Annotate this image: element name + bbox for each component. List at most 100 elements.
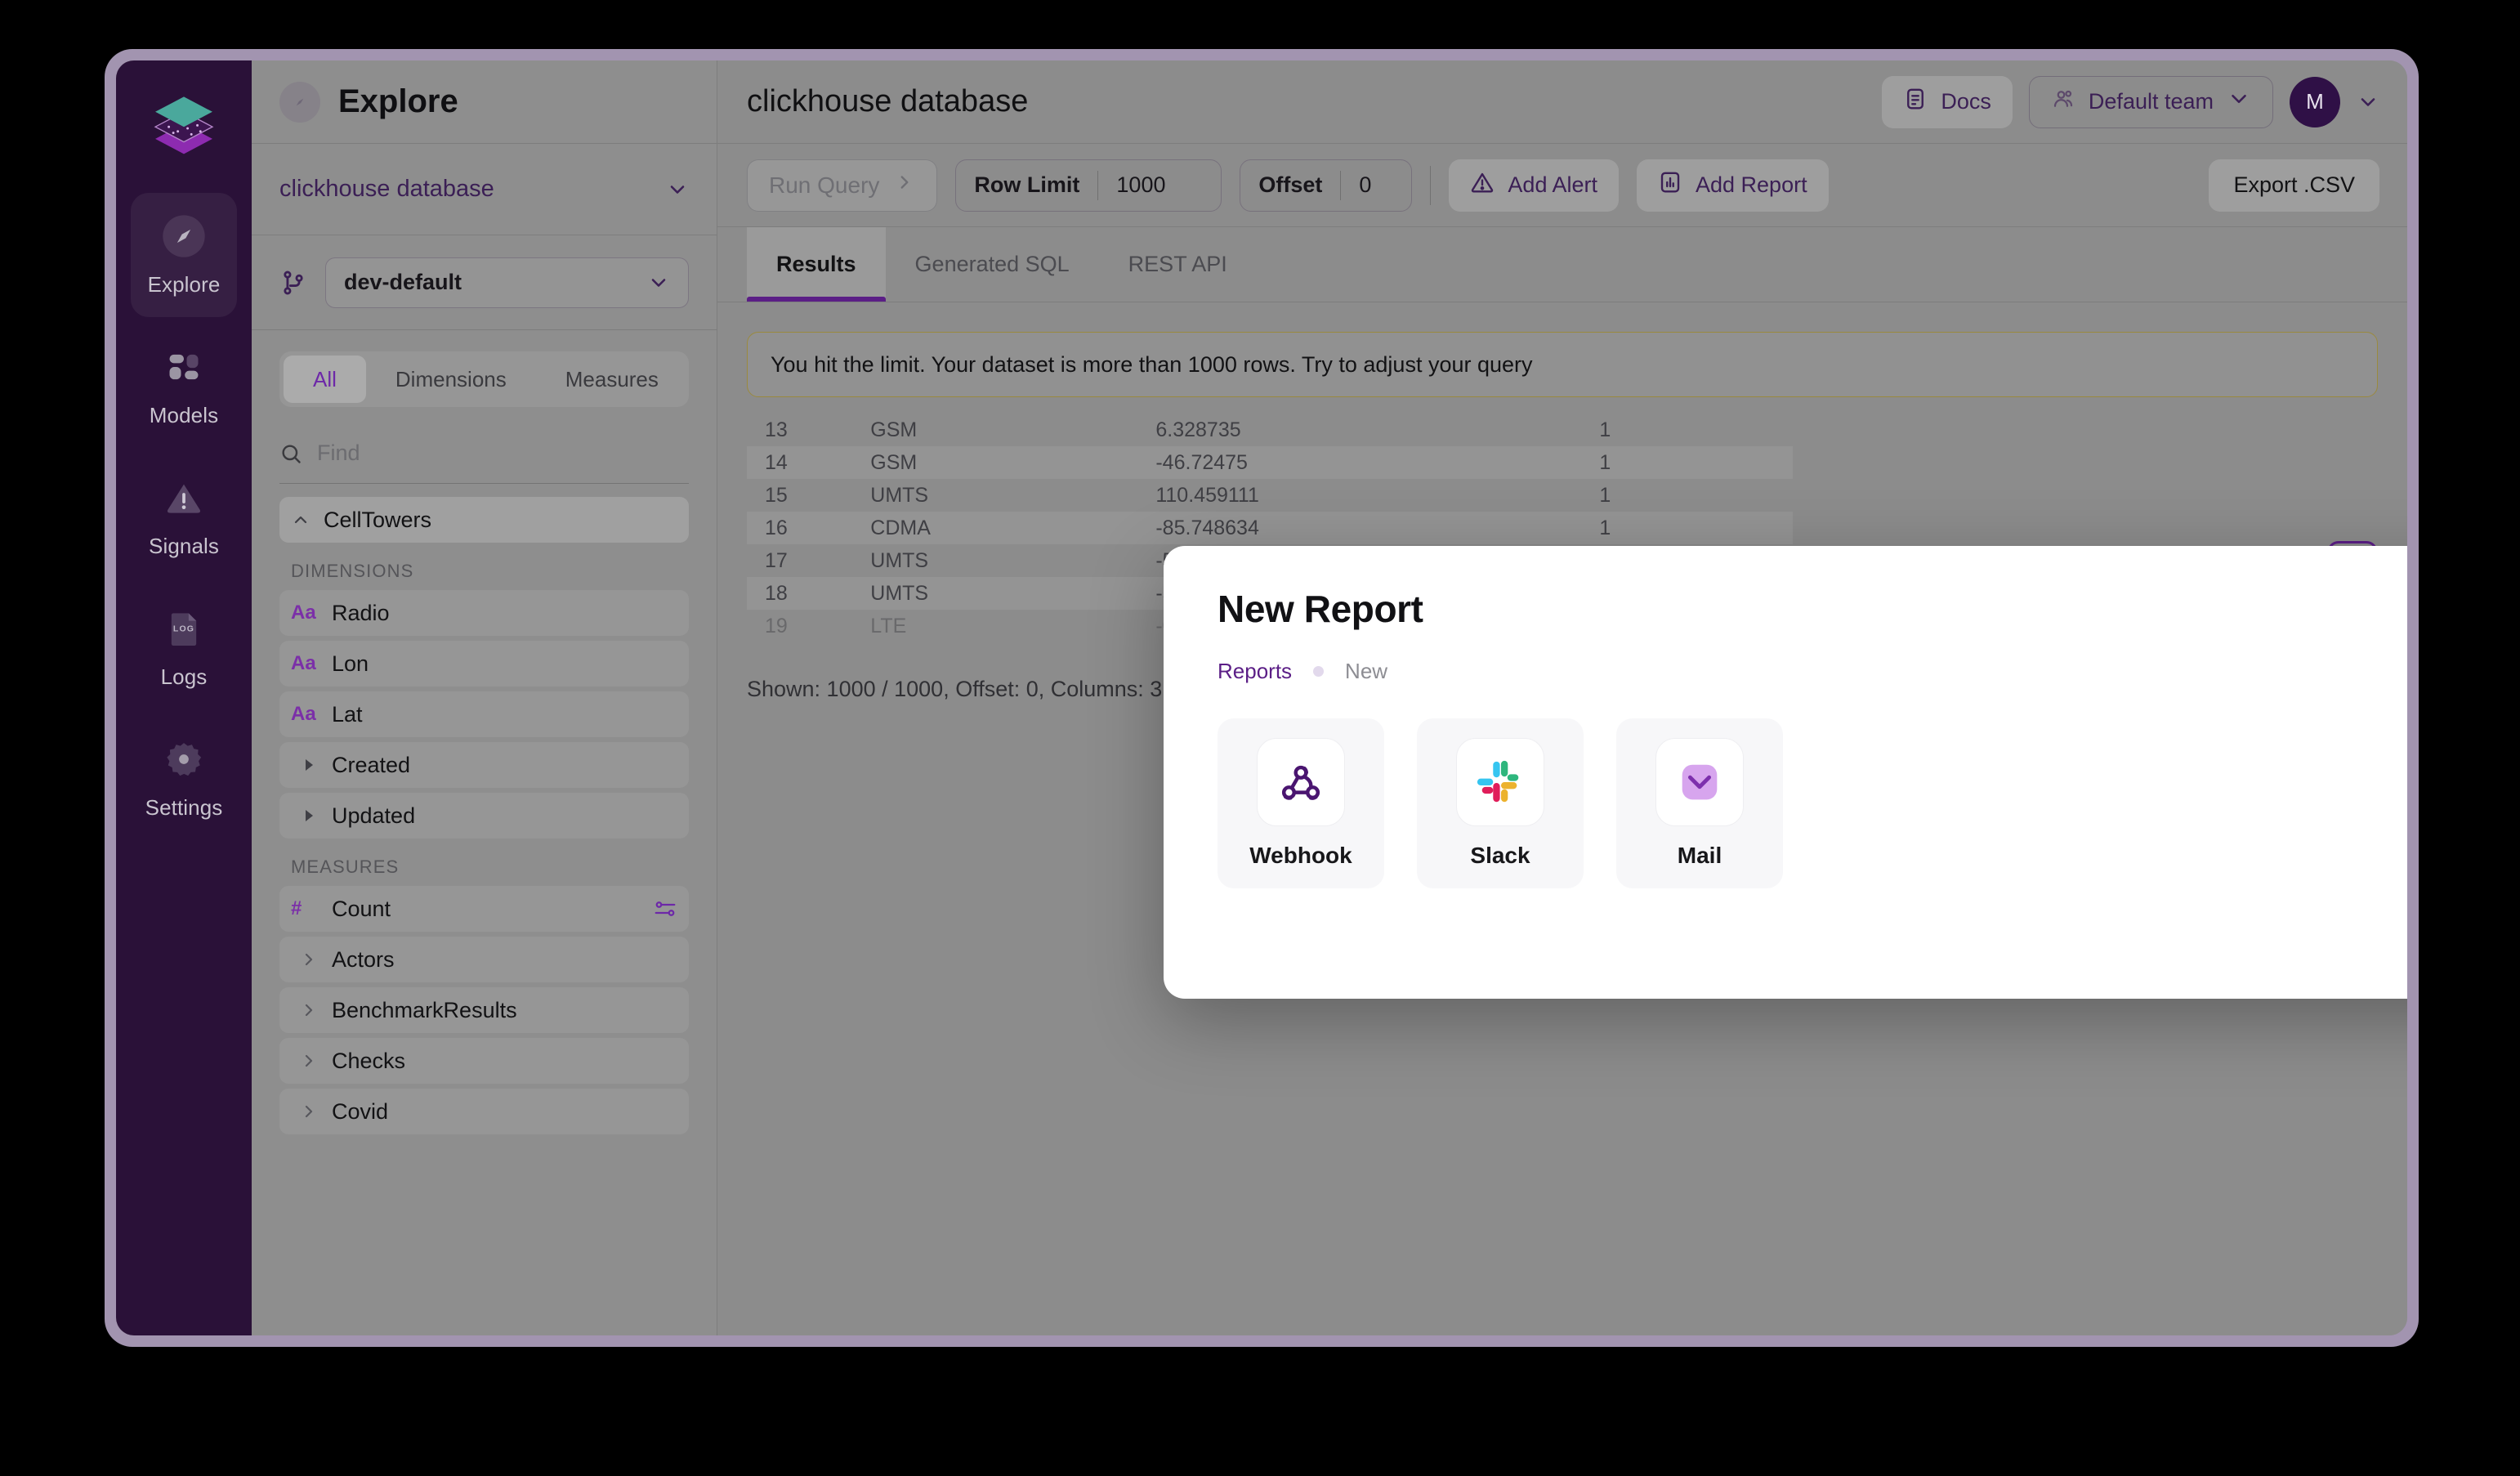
explore-panel-header: Explore <box>252 60 717 144</box>
table-row[interactable]: 13 GSM 6.328735 1 <box>747 414 1793 446</box>
sidebar-item-label: Models <box>149 402 219 427</box>
tree-item-created[interactable]: Created <box>279 742 689 788</box>
sidebar-item-signals[interactable]: Signals <box>131 454 237 579</box>
layers-logo-icon[interactable] <box>146 82 221 157</box>
add-report-label: Add Report <box>1696 172 1807 197</box>
table-row[interactable]: 15 UMTS 110.459111 1 <box>747 479 1793 512</box>
breadcrumb-separator-dot <box>1313 666 1325 677</box>
sidebar-item-logs[interactable]: LOG Logs <box>131 585 237 709</box>
blocks-icon <box>161 344 207 390</box>
slack-icon <box>1456 738 1544 826</box>
tree-item-lat[interactable]: Aa Lat <box>279 691 689 737</box>
add-alert-button[interactable]: Add Alert <box>1449 159 1619 212</box>
sidebar-item-models[interactable]: Models <box>131 324 237 448</box>
filter-dimensions[interactable]: Dimensions <box>366 356 536 403</box>
cell-index: 19 <box>765 614 788 637</box>
run-query-button[interactable]: Run Query <box>747 159 938 212</box>
table-row[interactable]: 16 CDMA -85.748634 1 <box>747 512 1793 544</box>
tree-item-label: Created <box>332 752 411 777</box>
team-selector[interactable]: Default team <box>2028 75 2273 128</box>
tree-table-celltowers[interactable]: CellTowers <box>279 497 689 543</box>
page-title: Explore <box>338 83 458 119</box>
export-csv-button[interactable]: Export .CSV <box>2209 159 2379 212</box>
chevron-down-icon[interactable] <box>2357 91 2379 114</box>
tree-table-benchmarkresults[interactable]: BenchmarkResults <box>279 987 689 1033</box>
offset-group: Offset <box>1240 159 1413 212</box>
cell-index: 14 <box>765 450 788 474</box>
branch-select[interactable]: dev-default <box>325 257 689 308</box>
tab-rest-api[interactable]: REST API <box>1099 227 1257 302</box>
tree-table-covid[interactable]: Covid <box>279 1089 689 1134</box>
field-tree: CellTowers DIMENSIONS Aa Radio Aa Lon Aa… <box>252 484 717 1139</box>
database-select[interactable]: clickhouse database <box>252 144 717 235</box>
browser-window-frame: Explore Models Signals LOG Logs Settings… <box>105 49 2419 1347</box>
table-row[interactable]: 14 GSM -46.72475 1 <box>747 446 1793 479</box>
add-report-button[interactable]: Add Report <box>1637 159 1829 212</box>
breadcrumb-reports-link[interactable]: Reports <box>1218 659 1292 684</box>
offset-input[interactable] <box>1341 172 1412 198</box>
tree-item-lon[interactable]: Aa Lon <box>279 641 689 687</box>
field-filter-wrap: All Dimensions Measures <box>252 330 717 415</box>
report-type-webhook[interactable]: Webhook <box>1218 718 1384 888</box>
tree-item-radio[interactable]: Aa Radio <box>279 590 689 636</box>
sidebar-item-label: Signals <box>149 533 219 558</box>
avatar[interactable]: M <box>2290 76 2340 127</box>
report-type-label: Mail <box>1677 843 1722 868</box>
tree-table-actors[interactable]: Actors <box>279 937 689 982</box>
chevron-right-icon <box>894 172 915 199</box>
find-row <box>279 423 689 484</box>
divider <box>1430 165 1432 205</box>
report-type-cards: Webhook Slack Mail <box>1218 718 2407 888</box>
doc-icon <box>1903 87 1928 117</box>
caret-right-icon <box>299 806 319 825</box>
breadcrumb: Reports New <box>1218 659 2407 684</box>
tree-item-label: Lon <box>332 651 369 676</box>
database-select-value: clickhouse database <box>279 176 494 202</box>
text-type-badge: Aa <box>291 652 316 674</box>
cell-radio: GSM <box>870 418 918 441</box>
cell-radio: LTE <box>870 614 907 637</box>
cell-radio: CDMA <box>870 516 931 539</box>
report-type-label: Webhook <box>1249 843 1352 868</box>
tree-item-updated[interactable]: Updated <box>279 793 689 839</box>
cell-index: 18 <box>765 581 788 605</box>
chevron-right-icon <box>299 950 319 969</box>
tree-item-count[interactable]: # Count <box>279 886 689 932</box>
filter-all[interactable]: All <box>284 356 366 403</box>
tree-table-checks[interactable]: Checks <box>279 1038 689 1084</box>
sidebar-item-label: Logs <box>160 664 208 689</box>
row-limit-input[interactable] <box>1098 172 1222 198</box>
main-header: clickhouse database Docs Default team M <box>717 60 2407 144</box>
caret-right-icon <box>299 755 319 775</box>
cell-index: 15 <box>765 483 788 507</box>
mail-icon <box>1655 738 1744 826</box>
cell-index: 13 <box>765 418 788 441</box>
chevron-up-icon <box>291 510 311 530</box>
tree-table-label: Checks <box>332 1048 406 1073</box>
tab-generated-sql[interactable]: Generated SQL <box>886 227 1099 302</box>
app-window: Explore Models Signals LOG Logs Settings… <box>116 60 2407 1335</box>
row-limit-label: Row Limit <box>974 172 1080 197</box>
filter-measures[interactable]: Measures <box>536 356 688 403</box>
sidebar-item-settings[interactable]: Settings <box>131 716 237 840</box>
compass-icon <box>279 81 320 123</box>
tab-results[interactable]: Results <box>747 227 886 302</box>
measures-caption: MEASURES <box>291 857 400 877</box>
cell-value: -46.72475 <box>1155 450 1248 474</box>
cell-value: -85.748634 <box>1155 516 1259 539</box>
run-query-label: Run Query <box>769 172 880 198</box>
sidebar-item-explore[interactable]: Explore <box>131 193 237 317</box>
modal-header: New Report Reports New H <box>1218 587 2407 684</box>
users-icon <box>2051 87 2075 117</box>
search-input[interactable] <box>317 441 689 466</box>
text-type-badge: Aa <box>291 703 316 725</box>
report-type-slack[interactable]: Slack <box>1417 718 1584 888</box>
alert-triangle-icon <box>161 475 207 521</box>
cell-value: 110.459111 <box>1155 483 1259 507</box>
docs-button[interactable]: Docs <box>1882 75 2013 128</box>
sidebar-item-label: Settings <box>145 794 223 820</box>
report-type-mail[interactable]: Mail <box>1616 718 1783 888</box>
sliders-icon[interactable] <box>653 897 677 921</box>
dimensions-caption: DIMENSIONS <box>291 561 414 581</box>
compass-icon <box>161 213 207 259</box>
